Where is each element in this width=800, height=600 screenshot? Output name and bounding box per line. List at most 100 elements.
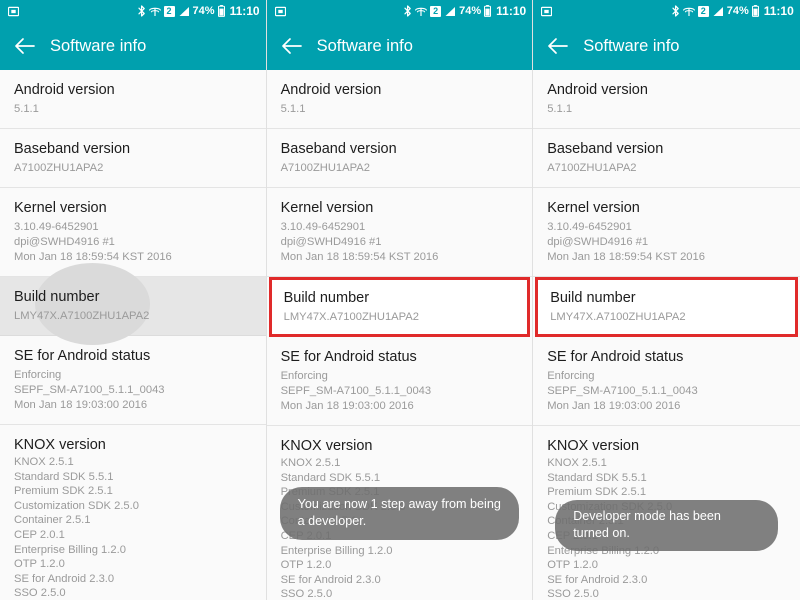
list-item-android-version[interactable]: Android version 5.1.1: [0, 70, 266, 129]
phone-screen-1: 2 74% 11:10 Software info Android versio…: [0, 0, 267, 600]
page-title: Software info: [583, 36, 680, 55]
toast-developer-mode-on: Developer mode has been turned on.: [555, 500, 778, 551]
row-value: LMY47X.A7100ZHU1APA2: [283, 311, 419, 323]
row-title: Build number: [14, 289, 100, 305]
knox-line: Container 2.5.1: [14, 514, 91, 527]
wifi-icon: [415, 6, 428, 17]
back-arrow-icon[interactable]: [279, 33, 305, 59]
list-item-build-number[interactable]: Build number LMY47X.A7100ZHU1APA2: [268, 277, 531, 337]
status-bar-left-icons: [7, 6, 20, 17]
status-bar: 2 74% 11:10: [0, 0, 266, 22]
row-title: KNOX version: [547, 438, 640, 454]
row-value: LMY47X.A7100ZHU1APA2: [550, 311, 686, 323]
signal-bars-icon: [178, 6, 190, 17]
row-value-line-1: Enforcing: [547, 370, 595, 382]
row-value-line-1: 3.10.49-6452901: [547, 221, 632, 233]
status-bar-right-icons: 2 74% 11:10: [404, 0, 526, 22]
signal-bars-icon: [712, 6, 724, 17]
row-title: SE for Android status: [14, 348, 151, 364]
row-value-line-2: dpi@SWHD4916 #1: [280, 236, 382, 248]
screenshot-icon: [7, 6, 20, 17]
action-bar: Software info: [266, 22, 533, 70]
back-arrow-icon[interactable]: [12, 33, 38, 59]
battery-percent-label: 74%: [192, 5, 215, 17]
list-item-build-number[interactable]: Build number LMY47X.A7100ZHU1APA2: [535, 277, 798, 337]
knox-line: KNOX 2.5.1: [14, 456, 74, 468]
knox-line: Enterprise Billing 1.2.0: [14, 543, 126, 556]
list-item-se-for-android-status[interactable]: SE for Android status Enforcing SEPF_SM-…: [266, 337, 533, 426]
knox-line: Premium SDK 2.5.1: [14, 485, 113, 498]
software-info-list[interactable]: Android version 5.1.1 Baseband version A…: [0, 70, 266, 600]
row-title: Kernel version: [14, 200, 107, 216]
row-value: A7100ZHU1APA2: [280, 162, 370, 174]
knox-line: OTP 1.2.0: [547, 559, 598, 572]
list-item-baseband-version[interactable]: Baseband version A7100ZHU1APA2: [266, 129, 533, 188]
row-title: Kernel version: [280, 200, 374, 216]
three-panel-screenshot-strip: 2 74% 11:10 Software info Android versio…: [0, 0, 800, 600]
row-title: Baseband version: [280, 141, 397, 157]
sim-2-icon: 2: [430, 5, 442, 17]
list-item-se-for-android-status[interactable]: SE for Android status Enforcing SEPF_SM-…: [533, 337, 800, 426]
list-item-baseband-version[interactable]: Baseband version A7100ZHU1APA2: [0, 129, 266, 188]
knox-line: SE for Android 2.3.0: [14, 572, 115, 585]
list-item-kernel-version[interactable]: Kernel version 3.10.49-6452901 dpi@SWHD4…: [266, 188, 533, 277]
screenshot-icon: [541, 6, 553, 17]
back-arrow-icon[interactable]: [545, 33, 571, 59]
sim-2-icon: 2: [697, 5, 709, 17]
page-title: Software info: [316, 36, 413, 55]
knox-version-lines: KNOX 2.5.1 Standard SDK 5.5.1 Premium SD…: [14, 455, 252, 600]
sim-2-icon: 2: [163, 5, 175, 17]
knox-line: SE for Android 2.3.0: [547, 573, 648, 586]
row-value-line-2: dpi@SWHD4916 #1: [14, 236, 115, 248]
phone-screen-3: 2 74% 11:10 Software info Android versio…: [533, 0, 800, 600]
status-bar-right-icons: 2 74% 11:10: [672, 0, 794, 22]
knox-line: Enterprise Billing 1.2.0: [280, 544, 393, 557]
list-item-knox-version[interactable]: KNOX version KNOX 2.5.1 Standard SDK 5.5…: [0, 425, 266, 600]
battery-icon: [484, 5, 492, 17]
row-value: A7100ZHU1APA2: [547, 162, 637, 174]
row-title: SE for Android status: [280, 349, 417, 365]
action-bar: Software info: [0, 22, 266, 70]
row-value: 5.1.1: [14, 103, 39, 115]
status-bar-left-icons: [274, 6, 286, 17]
knox-line: OTP 1.2.0: [280, 559, 332, 572]
list-item-android-version[interactable]: Android version 5.1.1: [266, 70, 533, 129]
wifi-icon: [682, 6, 695, 17]
row-title: Baseband version: [547, 141, 664, 157]
row-title: Build number: [550, 290, 636, 306]
list-item-kernel-version[interactable]: Kernel version 3.10.49-6452901 dpi@SWHD4…: [0, 188, 266, 277]
row-value-line-3: Mon Jan 18 18:59:54 KST 2016: [280, 251, 439, 263]
row-value: 5.1.1: [547, 103, 573, 115]
list-item-android-version[interactable]: Android version 5.1.1: [533, 70, 800, 129]
list-item-kernel-version[interactable]: Kernel version 3.10.49-6452901 dpi@SWHD4…: [533, 188, 800, 277]
row-title: Kernel version: [547, 200, 640, 216]
list-item-se-for-android-status[interactable]: SE for Android status Enforcing SEPF_SM-…: [0, 336, 266, 425]
row-title: Android version: [14, 82, 115, 98]
row-value-line-3: Mon Jan 18 18:59:54 KST 2016: [14, 251, 172, 263]
row-value: A7100ZHU1APA2: [14, 162, 104, 174]
knox-line: SSO 2.5.0: [14, 587, 66, 600]
row-title: Baseband version: [14, 141, 131, 157]
action-bar: Software info: [533, 22, 800, 70]
phone-screen-2: 2 74% 11:10 Software info Android versio…: [266, 0, 534, 600]
knox-line: SE for Android 2.3.0: [280, 573, 381, 586]
knox-line: Standard SDK 5.5.1: [280, 471, 381, 484]
list-item-baseband-version[interactable]: Baseband version A7100ZHU1APA2: [533, 129, 800, 188]
row-value-line-3: Mon Jan 18 19:03:00 2016: [280, 400, 414, 412]
knox-line: KNOX 2.5.1: [280, 457, 341, 469]
row-title: KNOX version: [280, 438, 373, 454]
bluetooth-icon: [672, 5, 680, 17]
knox-line: Premium SDK 2.5.1: [547, 486, 647, 499]
signal-bars-icon: [444, 6, 456, 17]
knox-line: SSO 2.5.0: [547, 588, 599, 600]
battery-icon: [217, 5, 225, 17]
row-title: KNOX version: [14, 437, 106, 453]
knox-line: Customization SDK 2.5.0: [14, 499, 139, 512]
battery-percent-label: 74%: [726, 5, 749, 17]
screenshot-icon: [274, 6, 286, 17]
row-value-line-2: SEPF_SM-A7100_5.1.1_0043: [14, 384, 165, 396]
row-title: Android version: [280, 82, 382, 98]
list-item-build-number[interactable]: Build number LMY47X.A7100ZHU1APA2: [0, 263, 266, 345]
row-title: Build number: [283, 290, 370, 306]
row-value-line-3: Mon Jan 18 18:59:54 KST 2016: [547, 251, 705, 263]
